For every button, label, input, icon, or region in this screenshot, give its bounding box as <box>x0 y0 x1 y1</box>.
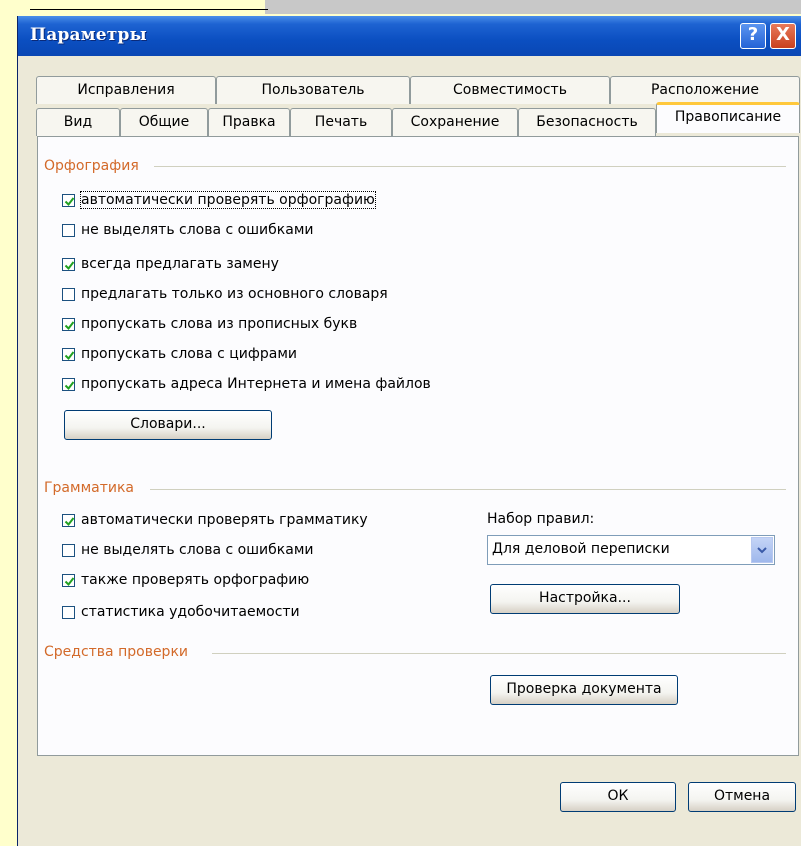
tab-spelling[interactable]: Правописание <box>656 102 800 133</box>
checkmark-icon <box>64 380 75 390</box>
ruleset-value: Для деловой переписки <box>492 541 670 557</box>
option-label: предлагать только из основного словаря <box>81 286 388 302</box>
spelling-option-auto-check[interactable]: автоматически проверять орфографию <box>62 190 376 210</box>
check-document-button[interactable]: Проверка документа <box>490 675 678 705</box>
checkbox[interactable] <box>62 543 75 557</box>
checkbox[interactable] <box>62 223 75 237</box>
checkmark-icon <box>64 350 75 360</box>
checkbox[interactable] <box>62 287 75 301</box>
proofing-group-title: Средства проверки <box>44 644 188 660</box>
settings-button[interactable]: Настройка... <box>490 584 680 614</box>
checkbox[interactable] <box>62 347 75 361</box>
cancel-button[interactable]: Отмена <box>688 782 796 812</box>
option-label: не выделять слова с ошибками <box>81 222 314 238</box>
spelling-option-ignore-numbers[interactable]: пропускать слова с цифрами <box>62 344 297 364</box>
checkbox[interactable] <box>62 573 75 587</box>
grammar-option-readability[interactable]: статистика удобочитаемости <box>62 602 300 622</box>
option-label: пропускать адреса Интернета и имена файл… <box>81 376 431 392</box>
tab-general[interactable]: Общие <box>120 108 208 136</box>
option-label: статистика удобочитаемости <box>81 604 300 620</box>
spelling-option-main-dict-only[interactable]: предлагать только из основного словаря <box>62 284 388 304</box>
option-label: автоматически проверять грамматику <box>81 512 368 528</box>
tab-layout[interactable]: Расположение <box>610 76 800 104</box>
help-button[interactable]: ? <box>740 23 766 49</box>
tab-view[interactable]: Вид <box>36 108 120 136</box>
checkmark-icon <box>64 576 75 586</box>
title-bar[interactable]: Параметры ? X <box>18 16 801 56</box>
option-label: пропускать слова из прописных букв <box>81 316 358 332</box>
ok-button[interactable]: ОК <box>560 782 676 812</box>
close-button[interactable]: X <box>770 23 796 49</box>
checkmark-icon <box>64 260 75 270</box>
checkbox[interactable] <box>62 513 75 527</box>
background-gray-bar <box>265 0 801 14</box>
option-label: не выделять слова с ошибками <box>81 542 314 558</box>
tab-edit[interactable]: Правка <box>208 108 290 136</box>
tab-corrections[interactable]: Исправления <box>36 76 216 104</box>
proofing-group-divider <box>212 653 786 654</box>
checkbox[interactable] <box>62 257 75 271</box>
grammar-group-divider <box>150 489 786 490</box>
tab-print[interactable]: Печать <box>290 108 392 136</box>
dialog-title: Параметры <box>30 25 147 45</box>
option-label: всегда предлагать замену <box>81 256 279 272</box>
checkmark-icon <box>64 196 75 206</box>
checkbox[interactable] <box>62 377 75 391</box>
spelling-option-no-highlight[interactable]: не выделять слова с ошибками <box>62 220 313 240</box>
checkbox[interactable] <box>62 317 75 331</box>
checkmark-icon <box>64 320 75 330</box>
dictionaries-button[interactable]: Словари... <box>64 410 272 440</box>
spelling-option-ignore-uppercase[interactable]: пропускать слова из прописных букв <box>62 314 357 334</box>
tab-user[interactable]: Пользователь <box>216 76 410 104</box>
option-label: автоматически проверять орфографию <box>80 191 376 209</box>
ruleset-select[interactable]: Для деловой переписки <box>487 535 775 565</box>
option-label: пропускать слова с цифрами <box>81 346 297 362</box>
grammar-option-no-highlight[interactable]: не выделять слова с ошибками <box>62 540 313 560</box>
spelling-group-divider <box>154 166 786 167</box>
ruleset-label: Набор правил: <box>487 511 595 527</box>
spelling-option-ignore-internet[interactable]: пропускать адреса Интернета и имена файл… <box>62 374 431 394</box>
tab-save[interactable]: Сохранение <box>392 108 518 136</box>
chevron-down-icon[interactable] <box>751 537 773 563</box>
option-label: также проверять орфографию <box>81 572 310 588</box>
spelling-group-title: Орфография <box>44 158 139 174</box>
spelling-option-always-suggest[interactable]: всегда предлагать замену <box>62 254 279 274</box>
checkbox[interactable] <box>62 605 75 619</box>
checkbox[interactable] <box>62 193 75 207</box>
background-line <box>30 9 268 10</box>
checkmark-icon <box>64 516 75 526</box>
grammar-group-title: Грамматика <box>44 480 134 496</box>
grammar-option-auto-check[interactable]: автоматически проверять грамматику <box>62 510 368 530</box>
tab-compatibility[interactable]: Совместимость <box>410 76 610 104</box>
grammar-option-check-spelling[interactable]: также проверять орфографию <box>62 570 309 590</box>
tab-security[interactable]: Безопасность <box>518 108 656 136</box>
